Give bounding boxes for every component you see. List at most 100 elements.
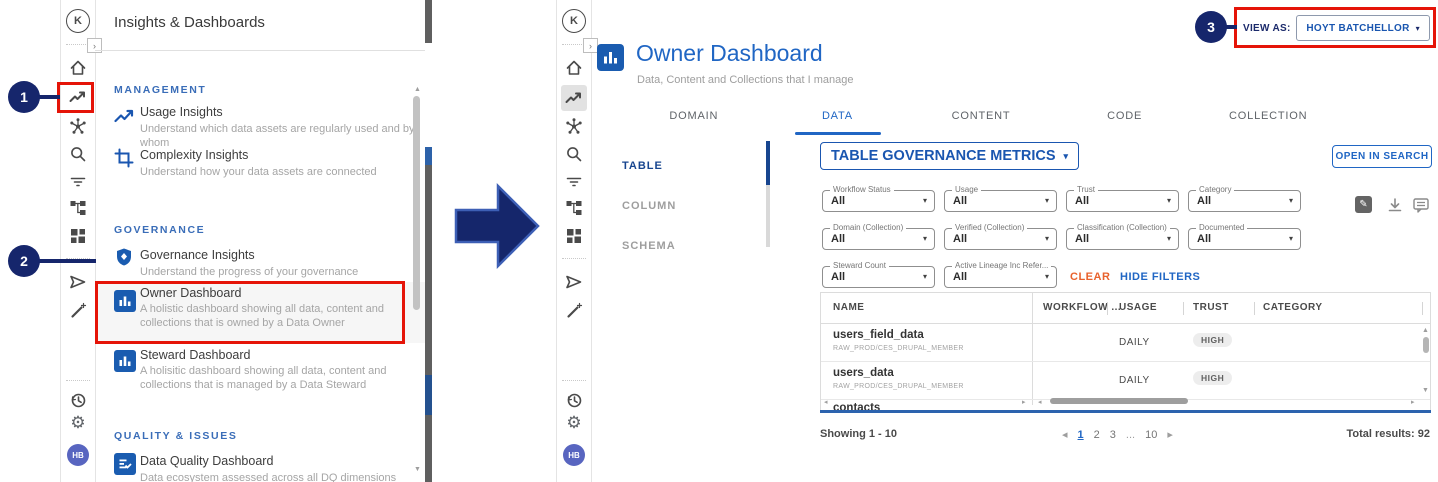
- vscroll-down-icon[interactable]: ▼: [1422, 387, 1429, 394]
- subnav-item-schema[interactable]: SCHEMA: [622, 240, 676, 252]
- cell-path: RAW_PROD/CES_DRUPAL_MEMBER: [833, 345, 964, 352]
- filter-verified-collection[interactable]: Verified (Collection)All▾: [944, 228, 1057, 250]
- hub-icon[interactable]: [68, 116, 88, 136]
- history-icon[interactable]: [564, 390, 584, 410]
- send-icon[interactable]: [564, 272, 584, 292]
- tab-content[interactable]: CONTENT: [909, 110, 1053, 122]
- cell-name[interactable]: users_data: [833, 367, 894, 379]
- item-desc: A holisitic dashboard showing all data, …: [140, 364, 416, 392]
- vscroll-up-icon[interactable]: ▲: [1422, 327, 1429, 334]
- list-item-steward-dashboard[interactable]: Steward Dashboard A holisitic dashboard …: [96, 344, 414, 400]
- filter-workflow-status[interactable]: Workflow StatusAll▾: [822, 190, 935, 212]
- history-icon[interactable]: [68, 390, 88, 410]
- edit-icon[interactable]: ✎: [1355, 196, 1372, 213]
- filter-icon[interactable]: [68, 172, 88, 192]
- annotation-box-2: [95, 281, 405, 344]
- item-desc: Data ecosystem assessed across all DQ di…: [140, 471, 414, 482]
- open-in-search-button[interactable]: OPEN IN SEARCH: [1332, 145, 1432, 168]
- tab-code[interactable]: CODE: [1053, 110, 1197, 122]
- chevron-down-icon: ▾: [1167, 196, 1171, 205]
- hscroll-right-icon[interactable]: ▸: [1022, 399, 1026, 406]
- crop-icon: [114, 148, 134, 173]
- vscroll-thumb[interactable]: [1423, 337, 1429, 353]
- pagination-page-1[interactable]: 1: [1078, 429, 1084, 441]
- apps-grid-icon[interactable]: [564, 226, 584, 246]
- user-avatar[interactable]: HB: [563, 444, 585, 466]
- filter-value: All: [953, 195, 967, 207]
- comment-icon[interactable]: [1412, 196, 1430, 219]
- column-header-workflow[interactable]: WORKFLOW ...: [1043, 302, 1121, 313]
- filter-value: All: [1197, 195, 1211, 207]
- home-icon[interactable]: [564, 58, 584, 78]
- search-icon[interactable]: [564, 144, 584, 164]
- filter-icon[interactable]: [564, 172, 584, 192]
- pagination-page-3[interactable]: 3: [1110, 429, 1116, 441]
- item-desc: Understand how your data assets are conn…: [140, 165, 416, 179]
- list-item-data-quality-dashboard[interactable]: Data Quality Dashboard Data ecosystem as…: [96, 450, 414, 482]
- filter-domain-collection[interactable]: Domain (Collection)All▾: [822, 228, 935, 250]
- filter-active-lineage[interactable]: Active Lineage Inc Refer...All▾: [944, 266, 1057, 288]
- tab-domain[interactable]: DOMAIN: [622, 110, 766, 122]
- apps-grid-icon[interactable]: [68, 226, 88, 246]
- clear-filters-button[interactable]: CLEAR: [1070, 271, 1110, 283]
- settings-gear-icon[interactable]: ⚙: [70, 414, 85, 431]
- tab-collection[interactable]: COLLECTION: [1196, 110, 1340, 122]
- table-row[interactable]: users_data RAW_PROD/CES_DRUPAL_MEMBER DA…: [821, 361, 1431, 400]
- hscroll-left-icon[interactable]: ◂: [1038, 399, 1042, 406]
- subnav-item-table[interactable]: TABLE: [622, 160, 663, 172]
- send-icon[interactable]: [68, 272, 88, 292]
- list-item-governance-insights[interactable]: Governance Insights Understand the progr…: [96, 243, 414, 283]
- download-icon[interactable]: [1386, 196, 1404, 219]
- chevron-down-icon: ▾: [923, 196, 927, 205]
- filter-steward-count[interactable]: Steward CountAll▾: [822, 266, 935, 288]
- annotation-box-3: [1234, 7, 1436, 48]
- compose-icon[interactable]: [564, 301, 584, 321]
- divider: [562, 380, 586, 381]
- hscroll-thumb[interactable]: [1050, 398, 1188, 404]
- column-divider: [1254, 302, 1255, 315]
- sidebar-expand-button[interactable]: ›: [583, 38, 598, 53]
- hscroll-right-icon[interactable]: ▸: [1411, 399, 1415, 406]
- lineage-icon[interactable]: [68, 198, 88, 218]
- home-icon[interactable]: [68, 58, 88, 78]
- pagination-page-2[interactable]: 2: [1094, 429, 1100, 441]
- cell-name[interactable]: users_field_data: [833, 329, 924, 341]
- column-divider: [1183, 302, 1184, 315]
- app-logo-icon[interactable]: K: [66, 9, 90, 33]
- tab-data[interactable]: DATA: [766, 110, 910, 122]
- list-item-usage-insights[interactable]: Usage Insights Understand which data ass…: [96, 100, 414, 140]
- filter-value: All: [1075, 233, 1089, 245]
- subnav-scrollbar-thumb[interactable]: [766, 141, 770, 185]
- scroll-down-icon[interactable]: ▼: [414, 466, 421, 473]
- filter-category[interactable]: CategoryAll▾: [1188, 190, 1301, 212]
- column-header-trust[interactable]: TRUST: [1193, 302, 1229, 313]
- user-avatar[interactable]: HB: [67, 444, 89, 466]
- filter-value: All: [831, 195, 845, 207]
- column-header-category[interactable]: CATEGORY: [1263, 302, 1323, 313]
- filter-documented[interactable]: DocumentedAll▾: [1188, 228, 1301, 250]
- filter-usage[interactable]: UsageAll▾: [944, 190, 1057, 212]
- app-logo-icon[interactable]: K: [562, 9, 586, 33]
- column-header-usage[interactable]: USAGE: [1119, 302, 1157, 313]
- insights-icon-active[interactable]: [561, 85, 587, 111]
- column-header-name[interactable]: NAME: [833, 302, 864, 313]
- lineage-icon[interactable]: [564, 198, 584, 218]
- search-icon[interactable]: [68, 144, 88, 164]
- scroll-up-icon[interactable]: ▲: [414, 86, 421, 93]
- filter-trust[interactable]: TrustAll▾: [1066, 190, 1179, 212]
- hub-icon[interactable]: [564, 116, 584, 136]
- hscroll-left-icon[interactable]: ◂: [824, 399, 828, 406]
- settings-gear-icon[interactable]: ⚙: [566, 414, 581, 431]
- subnav-item-column[interactable]: COLUMN: [622, 200, 676, 212]
- compose-icon[interactable]: [68, 301, 88, 321]
- panel-scrollbar[interactable]: [413, 96, 420, 310]
- metrics-dropdown[interactable]: TABLE GOVERNANCE METRICS ▾: [820, 142, 1079, 170]
- annotation-step-2: 2: [8, 245, 40, 277]
- hide-filters-button[interactable]: HIDE FILTERS: [1120, 271, 1200, 283]
- pagination-page-10[interactable]: 10: [1145, 429, 1157, 441]
- table-row[interactable]: users_field_data RAW_PROD/CES_DRUPAL_MEM…: [821, 323, 1431, 362]
- pagination-next-icon[interactable]: ▸: [1167, 428, 1173, 441]
- pagination-prev-icon[interactable]: ◂: [1062, 428, 1068, 441]
- list-item-complexity-insights[interactable]: Complexity Insights Understand how your …: [96, 143, 414, 183]
- filter-classification-collection[interactable]: Classification (Collection)All▾: [1066, 228, 1179, 250]
